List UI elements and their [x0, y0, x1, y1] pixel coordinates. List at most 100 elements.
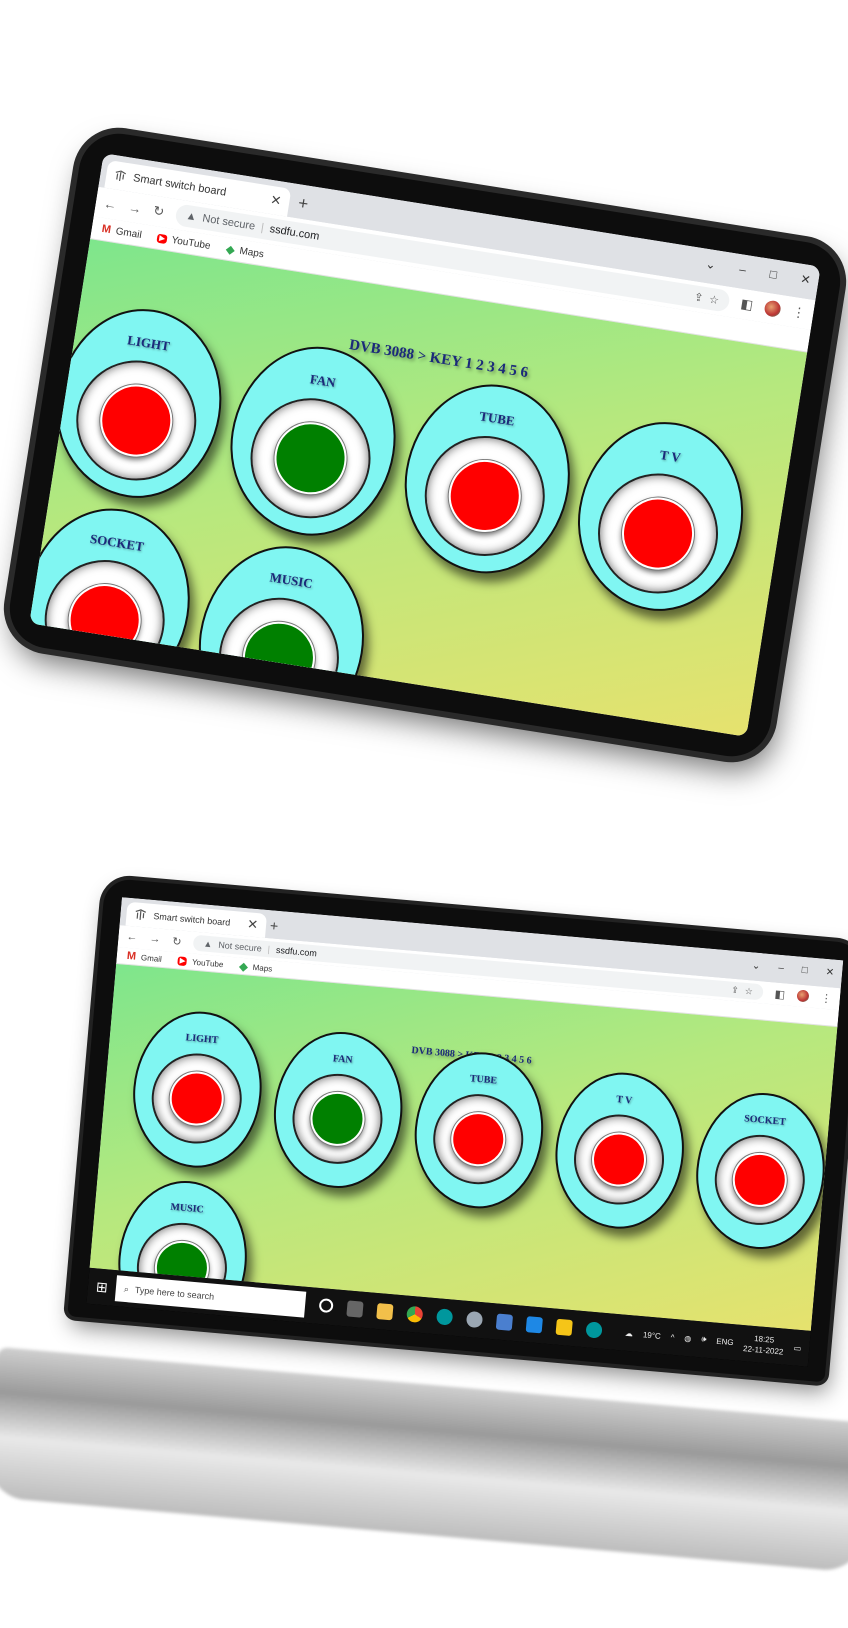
youtube-icon: ▶: [177, 955, 188, 966]
security-label: Not secure: [201, 212, 256, 233]
network-icon[interactable]: ◍: [684, 1333, 692, 1343]
close-window-button[interactable]: ✕: [825, 967, 834, 979]
switch-label: T V: [658, 446, 682, 466]
weather-text[interactable]: 19°C: [643, 1330, 662, 1341]
bookmark-gmail[interactable]: M Gmail: [126, 950, 162, 965]
file-explorer-icon[interactable]: [376, 1303, 394, 1321]
switch-ring: [36, 551, 174, 689]
switch-indicator-off[interactable]: [63, 578, 146, 662]
forward-arrow-icon[interactable]: →: [149, 933, 161, 946]
bookmark-star-icon[interactable]: ☆: [708, 292, 720, 306]
switch-ring: [416, 427, 554, 565]
bookmark-maps[interactable]: ◆ Maps: [225, 242, 264, 261]
bookmark-maps[interactable]: ◆ Maps: [239, 959, 273, 975]
maximize-button[interactable]: □: [769, 267, 778, 282]
switch-card-fan[interactable]: FAN: [217, 334, 410, 548]
switch-ring: [67, 351, 205, 490]
bookmark-youtube[interactable]: ▶ YouTube: [156, 232, 211, 251]
gmail-icon: M: [100, 222, 112, 237]
bookmark-youtube[interactable]: ▶ YouTube: [177, 955, 224, 969]
switch-ring: [241, 389, 380, 527]
tablet-device: Smart switch board ✕ + ⌄ – □ ✕ ← → ↻ ▲ N…: [4, 127, 846, 763]
switch-indicator-on[interactable]: [308, 1089, 367, 1149]
back-arrow-icon[interactable]: ←: [126, 931, 138, 944]
app-icon[interactable]: [465, 1310, 484, 1329]
switch-indicator-off[interactable]: [167, 1069, 226, 1128]
switch-card-tube[interactable]: TUBE: [408, 1046, 550, 1214]
switch-card-tv[interactable]: T V: [564, 410, 757, 623]
sticky-notes-icon[interactable]: [555, 1318, 573, 1337]
clock-date: 22-11-2022: [742, 1344, 784, 1357]
weather-icon[interactable]: ☁: [625, 1328, 634, 1338]
chrome-icon[interactable]: [406, 1305, 424, 1323]
bookmark-gmail[interactable]: M Gmail: [101, 223, 143, 241]
switch-card-music[interactable]: MUSIC: [185, 534, 378, 737]
reload-icon[interactable]: ↻: [172, 934, 182, 948]
youtube-icon: ▶: [156, 233, 168, 244]
close-window-button[interactable]: ✕: [799, 272, 811, 287]
system-tray: ☁ 19°C ^ ◍ 🕪 ENG 18:25 22-11-2022 ▭: [624, 1322, 810, 1360]
bookmark-star-icon[interactable]: ☆: [744, 985, 753, 997]
switch-indicator-off[interactable]: [443, 454, 526, 538]
url-text: ssdfu.com: [268, 223, 321, 243]
browser-window: Smart switch board ✕ + ⌄ – □ ✕ ← → ↻ ▲ N…: [29, 153, 821, 737]
reload-icon[interactable]: ↻: [152, 203, 165, 221]
switch-indicator-off[interactable]: [448, 1109, 508, 1169]
new-tab-button[interactable]: +: [269, 917, 279, 934]
volume-icon[interactable]: 🕪: [701, 1334, 707, 1344]
app-icon[interactable]: [495, 1313, 514, 1331]
switch-indicator-off[interactable]: [730, 1150, 790, 1210]
arduino-icon[interactable]: [435, 1308, 454, 1326]
bookmark-label: YouTube: [191, 957, 224, 969]
share-icon[interactable]: ⇪: [731, 984, 739, 996]
language-indicator[interactable]: ENG: [716, 1336, 734, 1346]
maps-icon: ◆: [225, 243, 236, 257]
switch-indicator-on[interactable]: [269, 417, 352, 500]
minimize-button[interactable]: –: [738, 262, 747, 277]
switch-indicator-off[interactable]: [95, 379, 178, 462]
window-controls: ⌄ – □ ✕: [705, 257, 812, 287]
profile-avatar[interactable]: [796, 989, 810, 1003]
site-favicon-icon: [134, 908, 147, 921]
tab-search-dropdown-icon[interactable]: ⌄: [752, 960, 761, 972]
back-arrow-icon[interactable]: ←: [103, 195, 118, 212]
switch-label: MUSIC: [170, 1201, 205, 1216]
taskbar-clock[interactable]: 18:25 22-11-2022: [743, 1332, 785, 1357]
menu-dots-icon[interactable]: ⋮: [820, 991, 832, 1005]
profile-avatar[interactable]: [763, 299, 782, 318]
search-icon: ⌕: [123, 1283, 130, 1294]
switch-label: SOCKET: [89, 530, 145, 555]
tab-search-dropdown-icon[interactable]: ⌄: [705, 257, 717, 272]
side-panel-icon[interactable]: ◧: [739, 296, 754, 314]
share-icon[interactable]: ⇪: [693, 290, 704, 304]
maps-icon: ◆: [238, 960, 249, 973]
tab-close-icon[interactable]: ✕: [269, 192, 282, 210]
switch-indicator-off[interactable]: [589, 1130, 649, 1189]
switch-card-tube[interactable]: TUBE: [391, 372, 584, 585]
switch-card-socket[interactable]: SOCKET: [690, 1087, 832, 1255]
address-separator: |: [260, 221, 265, 235]
notification-icon[interactable]: ▭: [793, 1343, 801, 1353]
maximize-button[interactable]: □: [801, 965, 808, 976]
laptop-device: Smart switch board ✕ + ⌄ – □ ✕ ← → ↻ ▲ N…: [67, 877, 848, 1383]
switch-indicator-off[interactable]: [616, 492, 700, 575]
tray-chevron-icon[interactable]: ^: [670, 1332, 675, 1341]
forward-arrow-icon[interactable]: →: [127, 199, 142, 216]
new-tab-button[interactable]: +: [297, 193, 310, 214]
warning-icon: ▲: [203, 938, 213, 950]
switch-indicator-on[interactable]: [237, 616, 321, 699]
side-panel-icon[interactable]: ◧: [774, 987, 785, 1001]
arduino-icon[interactable]: [585, 1321, 603, 1339]
switch-ring: [429, 1090, 528, 1188]
task-view-icon[interactable]: [346, 1300, 364, 1318]
vscode-icon[interactable]: [525, 1316, 543, 1334]
windows-start-icon[interactable]: ⊞: [87, 1277, 116, 1296]
toolbar-right: ◧ ⋮: [739, 296, 807, 322]
menu-dots-icon[interactable]: ⋮: [791, 304, 806, 322]
tab-close-icon[interactable]: ✕: [247, 916, 259, 933]
cortana-icon[interactable]: [318, 1297, 334, 1314]
switch-card-tv[interactable]: T V: [549, 1067, 691, 1234]
switch-card-socket[interactable]: SOCKET: [29, 496, 204, 709]
minimize-button[interactable]: –: [778, 963, 785, 974]
switch-label: SOCKET: [743, 1113, 787, 1128]
